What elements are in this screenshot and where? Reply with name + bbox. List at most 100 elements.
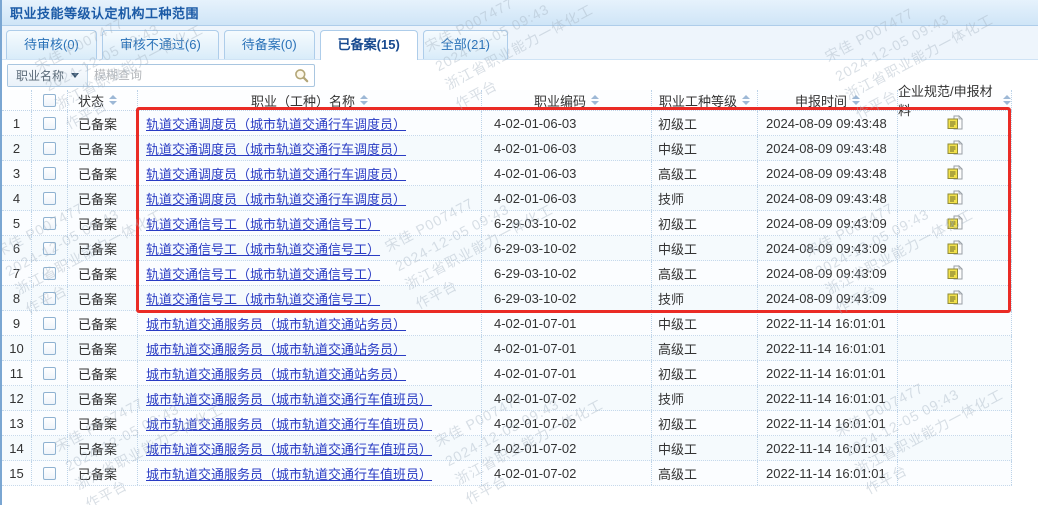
job-level-cell: 初级工 <box>652 111 758 135</box>
material-document-icon[interactable] <box>947 265 963 281</box>
row-checkbox[interactable] <box>43 267 56 280</box>
row-checkbox[interactable] <box>43 142 56 155</box>
job-name-link[interactable]: 城市轨道交通服务员（城市轨道交通站务员） <box>146 339 406 358</box>
column-label: 职业工种等级 <box>659 91 737 110</box>
job-name-link[interactable]: 城市轨道交通服务员（城市轨道交通行车值班员） <box>146 414 432 433</box>
job-code-cell: 6-29-03-10-02 <box>482 236 652 260</box>
materials-cell <box>898 336 1012 360</box>
job-name-link[interactable]: 轨道交通信号工（城市轨道交通信号工） <box>146 264 380 283</box>
header-declare-time[interactable]: 申报时间 <box>758 90 898 110</box>
table-row: 4 已备案 轨道交通调度员（城市轨道交通行车调度员） 4-02-01-06-03… <box>2 186 1012 211</box>
job-name-cell: 轨道交通调度员（城市轨道交通行车调度员） <box>138 161 482 185</box>
job-name-cell: 城市轨道交通服务员（城市轨道交通站务员） <box>138 361 482 385</box>
search-bar: 职业名称 <box>2 60 1038 90</box>
row-checkbox-cell <box>32 286 68 310</box>
job-name-cell: 城市轨道交通服务员（城市轨道交通行车值班员） <box>138 411 482 435</box>
row-checkbox-cell <box>32 186 68 210</box>
tab-1[interactable]: 审核不通过(6) <box>102 30 219 59</box>
table-row: 11 已备案 城市轨道交通服务员（城市轨道交通站务员） 4-02-01-07-0… <box>2 361 1012 386</box>
row-number: 2 <box>2 136 32 160</box>
tab-3[interactable]: 已备案(15) <box>320 30 418 60</box>
material-document-icon[interactable] <box>947 165 963 181</box>
job-level-cell: 技师 <box>652 186 758 210</box>
declare-time-cell: 2024-08-09 09:43:09 <box>758 211 898 235</box>
job-name-cell: 轨道交通信号工（城市轨道交通信号工） <box>138 211 482 235</box>
sort-icon[interactable] <box>742 95 750 105</box>
search-input[interactable] <box>88 65 294 86</box>
row-checkbox[interactable] <box>43 317 56 330</box>
job-name-link[interactable]: 城市轨道交通服务员（城市轨道交通行车值班员） <box>146 439 432 458</box>
job-code-cell: 4-02-01-07-01 <box>482 361 652 385</box>
job-name-link[interactable]: 城市轨道交通服务员（城市轨道交通站务员） <box>146 314 406 333</box>
row-checkbox[interactable] <box>43 417 56 430</box>
tab-4[interactable]: 全部(21) <box>423 30 508 59</box>
material-document-icon[interactable] <box>947 215 963 231</box>
material-document-icon[interactable] <box>947 240 963 256</box>
page-title: 职业技能等级认定机构工种范围 <box>10 3 199 22</box>
sort-icon[interactable] <box>591 95 599 105</box>
tab-2[interactable]: 待备案(0) <box>224 30 315 59</box>
header-status[interactable]: 状态 <box>68 90 138 110</box>
material-document-icon[interactable] <box>947 290 963 306</box>
declare-time-cell: 2022-11-14 16:01:01 <box>758 411 898 435</box>
chevron-down-icon <box>71 73 79 78</box>
job-name-link[interactable]: 城市轨道交通服务员（城市轨道交通行车值班员） <box>146 464 432 483</box>
column-label: 职业（工种）名称 <box>251 91 355 110</box>
job-name-link[interactable]: 轨道交通调度员（城市轨道交通行车调度员） <box>146 189 406 208</box>
job-name-link[interactable]: 轨道交通信号工（城市轨道交通信号工） <box>146 239 380 258</box>
row-checkbox[interactable] <box>43 342 56 355</box>
job-level-cell: 中级工 <box>652 236 758 260</box>
job-level-cell: 中级工 <box>652 436 758 460</box>
materials-cell <box>898 386 1012 410</box>
header-job-code[interactable]: 职业编码 <box>482 90 652 110</box>
row-checkbox[interactable] <box>43 292 56 305</box>
row-checkbox-cell <box>32 236 68 260</box>
status-cell: 已备案 <box>68 436 138 460</box>
header-materials[interactable]: 企业规范/申报材料 <box>898 90 1012 110</box>
job-name-link[interactable]: 轨道交通信号工（城市轨道交通信号工） <box>146 214 380 233</box>
materials-cell <box>898 261 1012 285</box>
row-number: 11 <box>2 361 32 385</box>
table-row: 15 已备案 城市轨道交通服务员（城市轨道交通行车值班员） 4-02-01-07… <box>2 461 1012 486</box>
job-code-cell: 4-02-01-07-01 <box>482 336 652 360</box>
row-checkbox[interactable] <box>43 442 56 455</box>
job-name-link[interactable]: 城市轨道交通服务员（城市轨道交通行车值班员） <box>146 389 432 408</box>
row-checkbox[interactable] <box>43 367 56 380</box>
job-name-link[interactable]: 轨道交通调度员（城市轨道交通行车调度员） <box>146 114 406 133</box>
row-checkbox[interactable] <box>43 167 56 180</box>
job-code-cell: 6-29-03-10-02 <box>482 211 652 235</box>
job-code-cell: 4-02-01-06-03 <box>482 186 652 210</box>
row-checkbox[interactable] <box>43 217 56 230</box>
row-checkbox[interactable] <box>43 192 56 205</box>
sort-icon[interactable] <box>360 95 368 105</box>
sort-icon[interactable] <box>1003 95 1011 105</box>
job-level-cell: 高级工 <box>652 336 758 360</box>
row-checkbox[interactable] <box>43 242 56 255</box>
materials-cell <box>898 186 1012 210</box>
header-job-level[interactable]: 职业工种等级 <box>652 90 758 110</box>
search-field-selector[interactable]: 职业名称 <box>8 65 88 86</box>
job-level-cell: 技师 <box>652 286 758 310</box>
job-code-cell: 4-02-01-07-02 <box>482 411 652 435</box>
tab-0[interactable]: 待审核(0) <box>6 30 97 59</box>
material-document-icon[interactable] <box>947 115 963 131</box>
job-name-cell: 城市轨道交通服务员（城市轨道交通行车值班员） <box>138 461 482 485</box>
row-checkbox[interactable] <box>43 117 56 130</box>
select-all-checkbox[interactable] <box>43 94 56 107</box>
search-control: 职业名称 <box>7 64 315 87</box>
job-name-link[interactable]: 轨道交通信号工（城市轨道交通信号工） <box>146 289 380 308</box>
row-checkbox[interactable] <box>43 392 56 405</box>
job-name-link[interactable]: 轨道交通调度员（城市轨道交通行车调度员） <box>146 139 406 158</box>
materials-cell <box>898 461 1012 485</box>
search-icon[interactable] <box>294 68 314 83</box>
sort-icon[interactable] <box>852 95 860 105</box>
job-name-link[interactable]: 轨道交通调度员（城市轨道交通行车调度员） <box>146 164 406 183</box>
row-checkbox[interactable] <box>43 467 56 480</box>
header-job-name[interactable]: 职业（工种）名称 <box>138 90 482 110</box>
material-document-icon[interactable] <box>947 140 963 156</box>
row-checkbox-cell <box>32 461 68 485</box>
sort-icon[interactable] <box>109 95 117 105</box>
row-number: 1 <box>2 111 32 135</box>
job-name-link[interactable]: 城市轨道交通服务员（城市轨道交通站务员） <box>146 364 406 383</box>
material-document-icon[interactable] <box>947 190 963 206</box>
